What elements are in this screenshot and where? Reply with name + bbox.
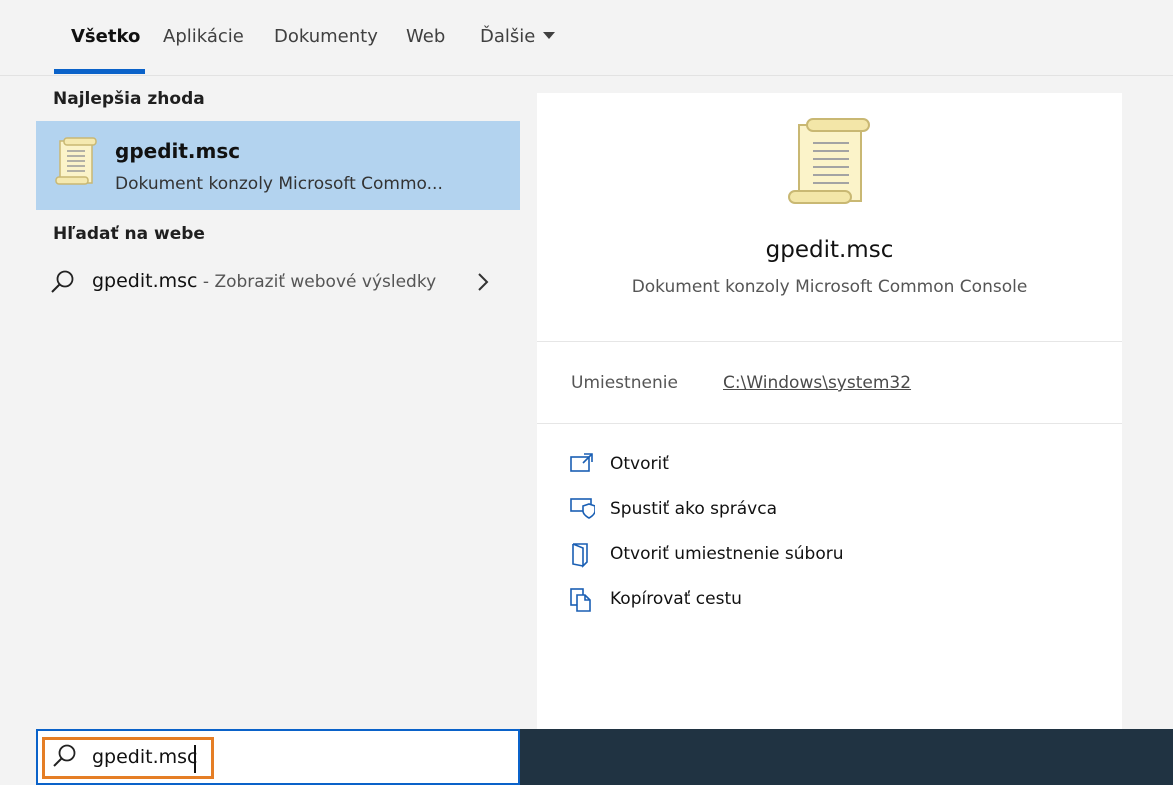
open-icon: [569, 452, 595, 478]
web-search-text: gpedit.msc - Zobraziť webové výsledky: [92, 270, 436, 292]
divider: [537, 341, 1122, 342]
tab-more-label: Ďalšie: [480, 26, 536, 47]
location-label: Umiestnenie: [571, 373, 678, 393]
document-large-icon: [785, 117, 875, 213]
action-open-file-location-label: Otvoriť umiestnenie súboru: [610, 544, 844, 564]
action-open[interactable]: Otvoriť: [567, 449, 1087, 481]
copy-path-icon: [569, 587, 593, 617]
web-search-heading: Hľadať na webe: [53, 224, 205, 244]
text-cursor: [194, 745, 196, 773]
web-search-item[interactable]: gpedit.msc - Zobraziť webové výsledky: [36, 258, 520, 306]
open-file-location-icon: [569, 542, 593, 572]
best-match-subtitle: Dokument konzoly Microsoft Commo...: [115, 174, 443, 194]
tab-documents[interactable]: Dokumenty: [274, 26, 378, 47]
taskbar: [520, 729, 1173, 785]
tab-all[interactable]: Všetko: [71, 26, 140, 47]
chevron-right-icon[interactable]: [476, 271, 490, 297]
best-match-heading: Najlepšia zhoda: [53, 89, 205, 109]
preview-title: gpedit.msc: [765, 237, 894, 263]
run-as-admin-icon: [569, 497, 596, 525]
search-tabs: Všetko Aplikácie Dokumenty Web Ďalšie: [0, 0, 1173, 76]
active-tab-indicator: [54, 69, 145, 74]
location-link[interactable]: C:\Windows\system32: [723, 373, 911, 393]
chevron-down-icon: [543, 32, 556, 39]
search-icon: [50, 269, 76, 299]
web-search-suffix: - Zobraziť webové výsledky: [197, 272, 437, 292]
action-open-label: Otvoriť: [610, 454, 669, 474]
best-match-item[interactable]: gpedit.msc Dokument konzoly Microsoft Co…: [36, 121, 520, 210]
action-run-as-admin-label: Spustiť ako správca: [610, 499, 778, 519]
action-copy-path-label: Kopírovať cestu: [610, 589, 742, 609]
preview-pane: gpedit.msc Dokument konzoly Microsoft Co…: [537, 93, 1122, 733]
tab-apps[interactable]: Aplikácie: [163, 26, 244, 47]
tab-more[interactable]: Ďalšie: [480, 26, 556, 47]
web-search-query: gpedit.msc: [92, 270, 198, 292]
preview-subtitle: Dokument konzoly Microsoft Common Consol…: [631, 277, 1028, 297]
search-input[interactable]: [92, 743, 392, 771]
document-icon: [54, 137, 98, 191]
best-match-title: gpedit.msc: [115, 139, 241, 163]
search-box[interactable]: [36, 729, 520, 785]
action-run-as-admin[interactable]: Spustiť ako správca: [567, 494, 1087, 526]
divider: [537, 423, 1122, 424]
search-icon: [52, 743, 78, 773]
action-copy-path[interactable]: Kopírovať cestu: [567, 584, 1087, 616]
tab-web[interactable]: Web: [406, 26, 445, 47]
action-open-file-location[interactable]: Otvoriť umiestnenie súboru: [567, 539, 1087, 571]
